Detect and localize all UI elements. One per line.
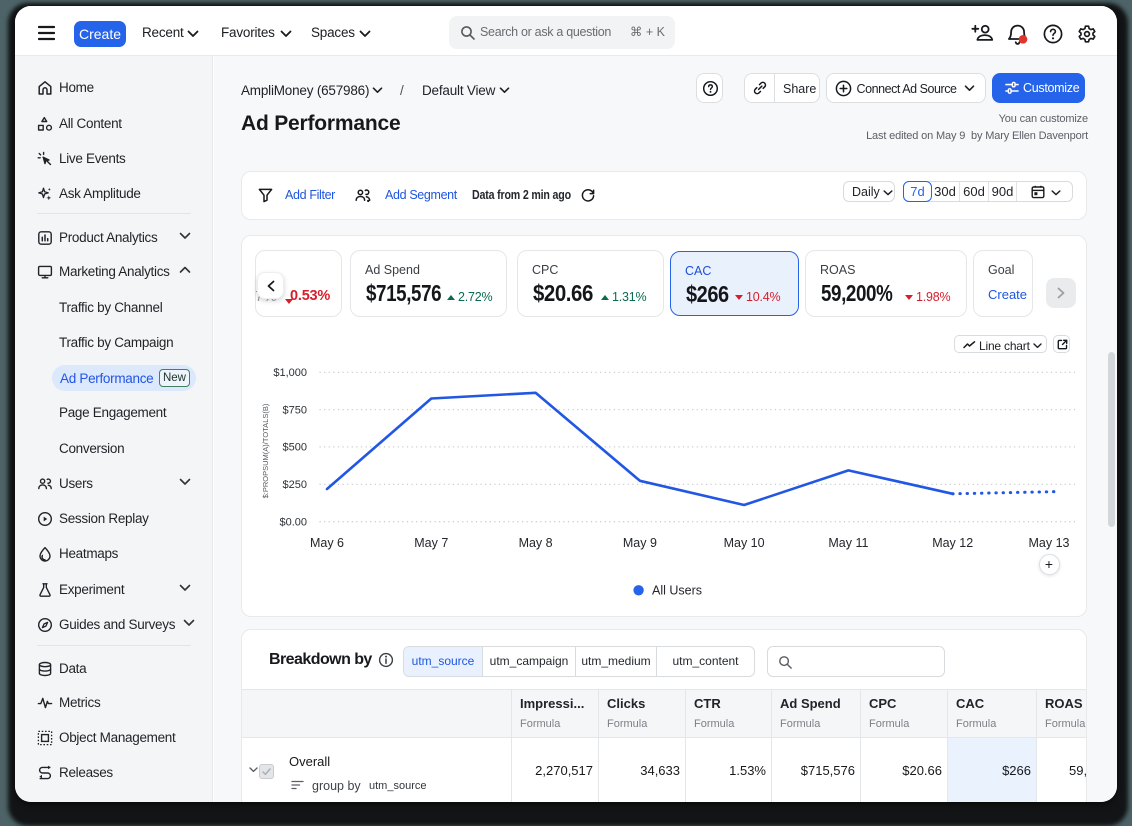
svg-text:May 12: May 12 [932, 536, 973, 550]
svg-text:May 8: May 8 [519, 536, 553, 550]
svg-text:May 10: May 10 [724, 536, 765, 550]
svg-text:May 6: May 6 [310, 536, 344, 550]
svg-text:May 9: May 9 [623, 536, 657, 550]
svg-text:May 11: May 11 [828, 536, 868, 550]
svg-text:$0.00: $0.00 [279, 517, 307, 529]
svg-text:$:PROPSUM(A)/TOTALS(B): $:PROPSUM(A)/TOTALS(B) [261, 403, 270, 498]
svg-text:$500: $500 [283, 442, 307, 454]
svg-text:$750: $750 [283, 404, 307, 416]
svg-text:May 7: May 7 [414, 536, 448, 550]
svg-text:$250: $250 [283, 479, 307, 491]
svg-text:May 13: May 13 [1029, 536, 1070, 550]
svg-text:All Users: All Users [652, 584, 702, 597]
svg-text:$1,000: $1,000 [273, 367, 307, 379]
